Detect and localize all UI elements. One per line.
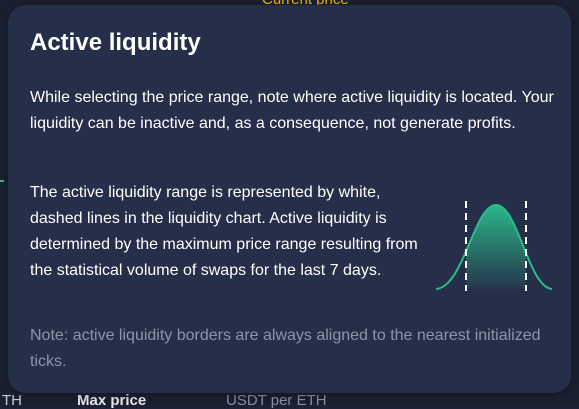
tooltip-note: Note: active liquidity borders are alway… xyxy=(30,327,541,370)
price-unit-label: USDT per ETH xyxy=(226,392,327,409)
tooltip-title: Active liquidity xyxy=(30,29,201,56)
chart-accent-line xyxy=(0,180,4,182)
active-liquidity-tooltip: Active liquidity While selecting the pri… xyxy=(8,5,571,393)
tooltip-paragraph-intro: While selecting the price range, note wh… xyxy=(30,89,554,132)
token-symbol-fragment: TH xyxy=(2,392,22,409)
tooltip-paragraph-range: The active liquidity range is represente… xyxy=(30,184,418,279)
liquidity-bell-curve-icon xyxy=(436,201,552,291)
max-price-label: Max price xyxy=(77,392,147,409)
